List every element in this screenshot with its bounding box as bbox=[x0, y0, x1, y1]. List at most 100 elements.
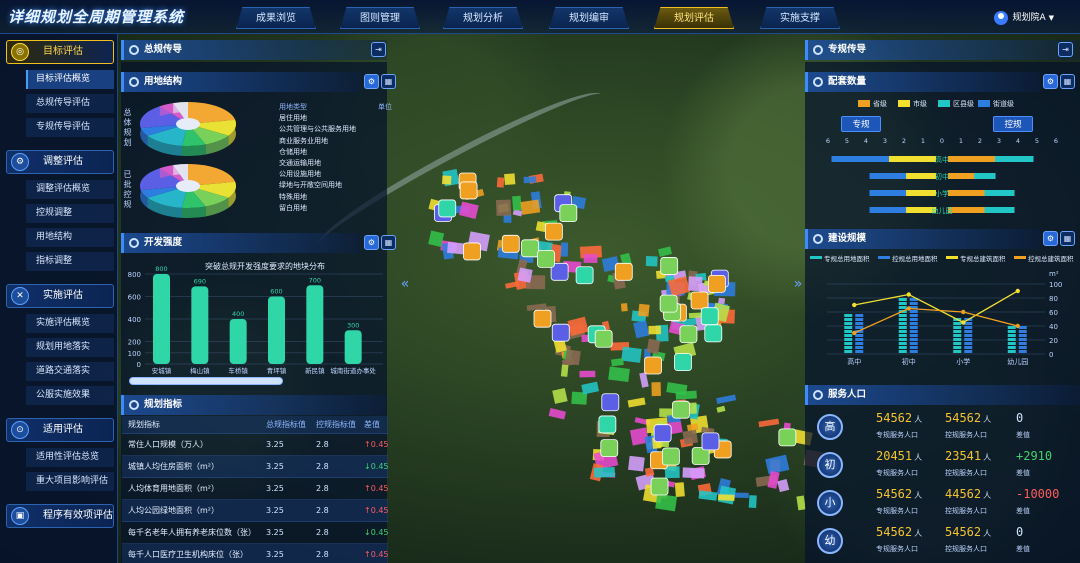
map-pin-21[interactable] bbox=[600, 439, 619, 458]
nav-tab-1[interactable]: 图则管理 bbox=[340, 7, 420, 29]
map-parcel-90[interactable] bbox=[627, 397, 646, 408]
scale-point-3-0[interactable] bbox=[852, 330, 857, 336]
scale-point-3-3[interactable] bbox=[1015, 323, 1020, 329]
kpi-row-2[interactable]: 人均体育用地面积（m²） 3.25 2.8 ↑0.45 bbox=[122, 478, 389, 500]
map-pin-16[interactable] bbox=[501, 234, 520, 253]
map-pin-8[interactable] bbox=[690, 291, 709, 310]
table-icon-4[interactable]: ▦ bbox=[1060, 231, 1075, 246]
kpi-row-0[interactable]: 常住人口规模（万人） 3.25 2.8 ↑0.45 bbox=[122, 434, 389, 456]
map-parcel-8[interactable] bbox=[520, 199, 541, 215]
map-parcel-59[interactable] bbox=[620, 303, 628, 312]
sidebar-section-3[interactable]: ⊙ 适用评估 bbox=[6, 418, 114, 442]
exit-icon[interactable]: ⇥ bbox=[371, 42, 386, 57]
map-parcel-110[interactable] bbox=[674, 482, 685, 497]
map-parcel-39[interactable] bbox=[658, 246, 673, 257]
scale-point-3-1[interactable] bbox=[906, 306, 911, 311]
sidebar-item-3-0[interactable]: 适用性评估总览 bbox=[26, 448, 114, 467]
land-structure-pies[interactable] bbox=[136, 96, 256, 236]
map-parcel-75[interactable] bbox=[581, 381, 600, 395]
bar-5[interactable] bbox=[344, 330, 362, 364]
sidebar-item-2-2[interactable]: 道路交通落实 bbox=[26, 362, 114, 381]
map-parcel-81[interactable] bbox=[564, 349, 581, 366]
sidebar-item-2-0[interactable]: 实施评估概览 bbox=[26, 314, 114, 333]
map-parcel-76[interactable] bbox=[567, 316, 589, 337]
map-parcel-69[interactable] bbox=[552, 387, 568, 404]
kpi-row-5[interactable]: 每千人口医疗卫生机构床位（张） 3.25 2.8 ↑0.45 bbox=[122, 544, 389, 563]
bar-0[interactable] bbox=[153, 274, 170, 364]
collapse-right-icon[interactable]: » bbox=[793, 270, 803, 298]
scale-point-2-3[interactable] bbox=[1015, 288, 1020, 294]
map-parcel-66[interactable] bbox=[651, 382, 661, 397]
map-pin-0[interactable] bbox=[614, 262, 633, 281]
sidebar-item-0-0[interactable]: 目标评估概览 bbox=[26, 70, 114, 89]
map-parcel-172[interactable] bbox=[688, 276, 703, 292]
map-parcel-146[interactable] bbox=[698, 490, 718, 501]
map-pin-5[interactable] bbox=[660, 257, 679, 275]
nav-tab-5[interactable]: 实施支撑 bbox=[760, 7, 840, 29]
map-pin-15[interactable] bbox=[704, 324, 723, 343]
sidebar-item-0-2[interactable]: 专规传导评估 bbox=[26, 118, 114, 137]
map-pin-33[interactable] bbox=[650, 477, 669, 496]
settings-icon-3[interactable]: ⚙ bbox=[1043, 74, 1058, 89]
map-parcel-36[interactable] bbox=[645, 256, 658, 267]
map-pin-30[interactable] bbox=[708, 274, 726, 293]
konggui-toggle-button[interactable]: 控规 bbox=[993, 116, 1033, 132]
map-pin-36[interactable] bbox=[644, 356, 662, 375]
map-parcel-85[interactable] bbox=[646, 338, 661, 354]
kpi-row-1[interactable]: 城镇人均住房面积（m²） 3.25 2.8 ↓0.45 bbox=[122, 456, 389, 478]
map-parcel-14[interactable] bbox=[458, 201, 479, 219]
map-pin-9[interactable] bbox=[575, 266, 594, 285]
map-parcel-22[interactable] bbox=[523, 176, 537, 184]
map-parcel-118[interactable] bbox=[716, 405, 726, 413]
kpi-row-3[interactable]: 人均公园绿地面积（m²） 3.25 2.8 ↑0.45 bbox=[122, 500, 389, 522]
map-pin-14[interactable] bbox=[551, 323, 570, 342]
map-parcel-45[interactable] bbox=[638, 303, 650, 317]
sidebar-item-3-1[interactable]: 重大项目影响评估 bbox=[26, 472, 114, 491]
map-parcel-88[interactable] bbox=[610, 358, 624, 367]
map-parcel-27[interactable] bbox=[447, 241, 465, 255]
scale-point-3-2[interactable] bbox=[961, 309, 966, 315]
exit-icon-2[interactable]: ⇥ bbox=[1058, 42, 1073, 57]
bar-1[interactable] bbox=[191, 286, 209, 364]
scale-point-2-2[interactable] bbox=[961, 320, 966, 325]
map-parcel-137[interactable] bbox=[777, 478, 790, 493]
sidebar-section-4[interactable]: ▣ 程序有效项评估 bbox=[6, 504, 114, 528]
map-pin-20[interactable] bbox=[463, 242, 481, 261]
map-parcel-95[interactable] bbox=[628, 455, 645, 472]
map-parcel-130[interactable] bbox=[748, 495, 757, 509]
sidebar-section-1[interactable]: ⚙ 调整评估 bbox=[6, 150, 114, 174]
map-pin-40[interactable] bbox=[601, 393, 620, 412]
map-pin-1[interactable] bbox=[778, 428, 797, 447]
map-pin-31[interactable] bbox=[679, 325, 698, 344]
table-icon[interactable]: ▦ bbox=[381, 74, 396, 89]
map-parcel-115[interactable] bbox=[593, 467, 616, 478]
map-parcel-0[interactable] bbox=[503, 214, 512, 223]
sidebar-item-0-1[interactable]: 总规传导评估 bbox=[26, 94, 114, 113]
sidebar-section-0[interactable]: ◎ 目标评估 bbox=[6, 40, 114, 64]
scale-point-2-0[interactable] bbox=[852, 302, 857, 308]
map-parcel-20[interactable] bbox=[504, 173, 516, 185]
nav-tab-4[interactable]: 规划评估 bbox=[654, 7, 734, 29]
map-parcel-6[interactable] bbox=[512, 195, 522, 211]
map-pin-11[interactable] bbox=[653, 424, 672, 443]
map-parcel-40[interactable] bbox=[526, 303, 547, 311]
map-pin-13[interactable] bbox=[459, 181, 478, 200]
map-parcel-49[interactable] bbox=[633, 320, 650, 339]
map-pin-10[interactable] bbox=[672, 400, 690, 419]
map-parcel-143[interactable] bbox=[682, 467, 705, 479]
map-parcel-129[interactable] bbox=[682, 429, 699, 445]
bar-4[interactable] bbox=[306, 285, 324, 364]
map-pin-6[interactable] bbox=[559, 204, 578, 223]
sidebar-section-2[interactable]: ✕ 实施评估 bbox=[6, 284, 114, 308]
supply-diverging-chart[interactable]: 6 5 4 3 2 1 0 1 2 3 4 5 6 高中初中小学幼儿园 bbox=[805, 134, 1080, 226]
map-pin-28[interactable] bbox=[594, 329, 613, 348]
map-parcel-79[interactable] bbox=[560, 364, 569, 377]
map-parcel-132[interactable] bbox=[765, 454, 790, 475]
map-pin-41[interactable] bbox=[701, 432, 720, 451]
collapse-left-icon[interactable]: « bbox=[400, 270, 410, 298]
sidebar-item-2-3[interactable]: 公服实施效果 bbox=[26, 386, 114, 405]
scale-line-2[interactable] bbox=[854, 290, 1019, 324]
map-pin-26[interactable] bbox=[700, 307, 719, 326]
sidebar-item-1-1[interactable]: 控规调整 bbox=[26, 204, 114, 223]
map-parcel-133[interactable] bbox=[655, 493, 678, 512]
